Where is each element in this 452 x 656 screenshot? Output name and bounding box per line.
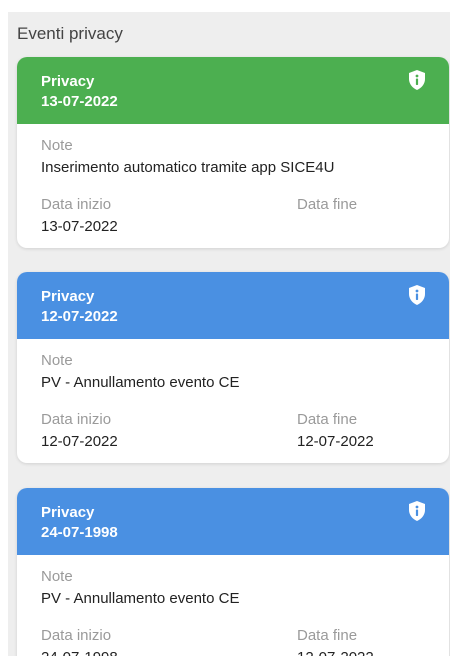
privacy-event-card[interactable]: Privacy 24-07-1998 Note PV - Annullament… <box>17 488 449 656</box>
card-date: 24-07-1998 <box>41 524 118 541</box>
start-date-value: 12-07-2022 <box>41 433 118 450</box>
card-date: 13-07-2022 <box>41 93 118 110</box>
start-date-value: 13-07-2022 <box>41 218 118 235</box>
start-date-label: Data inizio <box>41 196 112 213</box>
note-value: PV - Annullamento evento CE <box>41 374 240 391</box>
card-title: Privacy <box>41 73 95 90</box>
end-date-value: 12-07-2022 <box>297 649 374 656</box>
start-date-value: 24-07-1998 <box>41 649 118 656</box>
start-date-label: Data inizio <box>41 411 112 428</box>
note-label: Note <box>41 137 73 154</box>
end-date-value: 12-07-2022 <box>297 433 374 450</box>
end-date-label: Data fine <box>297 627 358 644</box>
card-body: Note Inserimento automatico tramite app … <box>17 124 449 248</box>
card-body: Note PV - Annullamento evento CE Data in… <box>17 555 449 656</box>
privacy-events-screen: Eventi privacy Privacy 13-07-2022 Note I… <box>8 12 450 656</box>
shield-info-icon <box>409 501 425 521</box>
note-label: Note <box>41 568 73 585</box>
card-header: Privacy 12-07-2022 <box>17 272 449 339</box>
note-value: PV - Annullamento evento CE <box>41 590 240 607</box>
note-value: Inserimento automatico tramite app SICE4… <box>41 159 335 176</box>
shield-info-icon <box>409 285 425 305</box>
note-label: Note <box>41 352 73 369</box>
privacy-event-card[interactable]: Privacy 12-07-2022 Note PV - Annullament… <box>17 272 449 463</box>
card-title: Privacy <box>41 504 95 521</box>
card-body: Note PV - Annullamento evento CE Data in… <box>17 339 449 463</box>
shield-info-icon <box>409 70 425 90</box>
start-date-label: Data inizio <box>41 627 112 644</box>
card-header: Privacy 24-07-1998 <box>17 488 449 555</box>
section-title: Eventi privacy <box>17 24 123 43</box>
card-title: Privacy <box>41 288 95 305</box>
privacy-event-card[interactable]: Privacy 13-07-2022 Note Inserimento auto… <box>17 57 449 248</box>
end-date-label: Data fine <box>297 196 358 213</box>
card-date: 12-07-2022 <box>41 308 118 325</box>
end-date-label: Data fine <box>297 411 358 428</box>
card-header: Privacy 13-07-2022 <box>17 57 449 124</box>
